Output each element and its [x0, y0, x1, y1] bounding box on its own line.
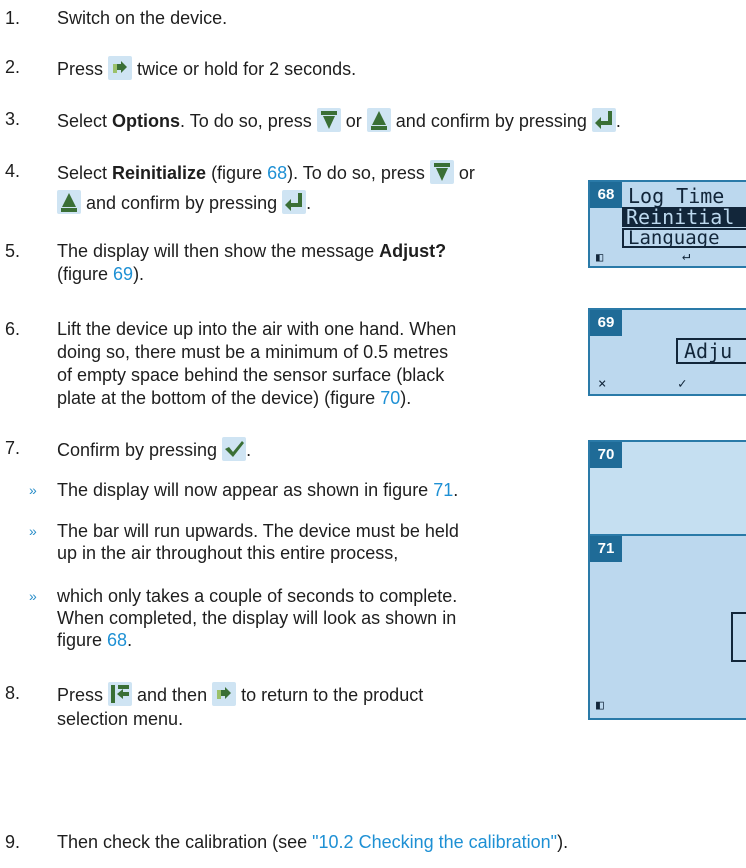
back-icon: ◧ [596, 698, 604, 713]
figure-link-68[interactable]: 68 [267, 163, 287, 183]
figure-link-70[interactable]: 70 [380, 388, 400, 408]
figure-number: 68 [590, 182, 622, 208]
enter-icon [282, 190, 307, 214]
figure-number: 69 [590, 310, 622, 336]
check-icon: ✓ [678, 376, 687, 392]
figure-71: 71 ◧ [588, 534, 746, 720]
progress-bar-frame [731, 612, 746, 662]
arrow-up-icon [366, 108, 391, 132]
menu-icon [108, 56, 133, 80]
check-icon [222, 437, 247, 461]
arrow-down-icon [429, 160, 454, 184]
back-icon [108, 682, 133, 706]
figure-link-69[interactable]: 69 [113, 264, 133, 284]
arrow-down-icon [316, 108, 341, 132]
cancel-icon: × [598, 376, 607, 392]
back-icon: ◧ [596, 250, 604, 264]
figure-link-68[interactable]: 68 [107, 630, 127, 650]
enter-icon: ↵ [682, 248, 691, 264]
figure-69: 69 Adju × ✓ [588, 308, 746, 396]
options-label: Options [112, 111, 181, 131]
arrow-up-icon [57, 190, 81, 214]
figure-68: 68 Log Time Reinitial Language ◧ ↵ [588, 180, 746, 268]
figure-number: 71 [590, 536, 622, 562]
figure-number: 70 [590, 442, 622, 468]
calibration-link[interactable]: "10.2 Checking the calibration" [312, 832, 557, 852]
enter-icon [591, 108, 616, 132]
figure-link-71[interactable]: 71 [433, 480, 453, 500]
figure-70: 70 [588, 440, 746, 540]
menu-icon [212, 682, 237, 706]
